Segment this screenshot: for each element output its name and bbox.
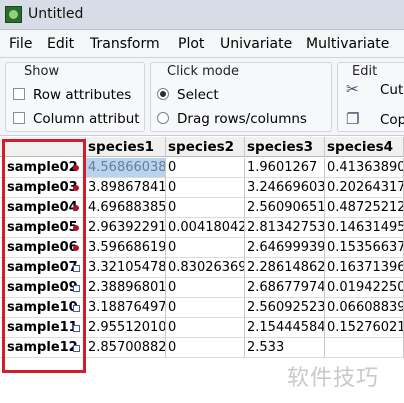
window-title: Untitled [28, 6, 84, 22]
menu-edit[interactable]: Edit [47, 36, 74, 52]
drag-radio[interactable]: Drag rows/columns [157, 111, 307, 127]
table-cell[interactable]: 0 [166, 178, 245, 198]
menu-file[interactable]: File [9, 36, 32, 52]
show-group-title: Show [24, 64, 60, 79]
menu-multivariate[interactable]: Multivariate [306, 36, 389, 52]
row-attributes-label: Row attributes [33, 87, 132, 103]
table-cell[interactable]: 0.83026369 [166, 258, 245, 278]
table-cell[interactable]: 2.85700882 [86, 338, 166, 358]
table-cell[interactable]: 2.68677974 [245, 278, 325, 298]
drag-radio-label: Drag rows/columns [177, 111, 307, 127]
select-radio[interactable]: Select [157, 87, 219, 103]
cut-button[interactable]: Cut [380, 82, 403, 98]
column-header-species1[interactable]: species1 [86, 137, 166, 157]
app-icon [5, 6, 22, 23]
table-cell[interactable]: 0.14631495 [325, 218, 404, 238]
edit-group-title: Edit [352, 64, 378, 79]
table-cell[interactable]: 0 [166, 198, 245, 218]
table-cell[interactable]: 3.59668619 [86, 238, 166, 258]
column-header-species2[interactable]: species2 [166, 137, 245, 157]
select-radio-icon[interactable] [157, 88, 169, 100]
table-cell[interactable]: 0.48725212 [325, 198, 404, 218]
table-cell[interactable]: 4.69688385 [86, 198, 166, 218]
table-cell[interactable]: 2.38896801 [86, 278, 166, 298]
table-cell[interactable]: 0 [166, 158, 245, 178]
table-cell[interactable]: 2.81342753 [245, 218, 325, 238]
table-cell[interactable]: 0.15276021 [325, 318, 404, 338]
table-cell[interactable]: 0.16371396 [325, 258, 404, 278]
table-cell[interactable]: 0.15356637 [325, 238, 404, 258]
table-cell-selected[interactable]: 4.56866038 [86, 158, 166, 178]
table-cell[interactable]: 2.56092523 [245, 298, 325, 318]
column-attributes-checkbox[interactable]: Column attribut [13, 111, 140, 127]
column-header-species4[interactable]: species4 [325, 137, 404, 157]
table-cell[interactable]: 2.95512010 [86, 318, 166, 338]
scissors-icon[interactable]: ✂ [346, 80, 359, 98]
table-cell[interactable]: 0 [166, 278, 245, 298]
table-cell[interactable]: 0.01942250 [325, 278, 404, 298]
copy-icon[interactable]: ❐ [346, 110, 359, 128]
click-mode-group-title: Click mode [167, 64, 239, 79]
table-cell[interactable]: 3.24669603 [245, 178, 325, 198]
drag-radio-icon[interactable] [157, 112, 169, 124]
table-cell[interactable]: 0.20264317 [325, 178, 404, 198]
table-cell[interactable]: 1.9601267 [245, 158, 325, 178]
table-cell[interactable]: 0 [166, 318, 245, 338]
title-bar: Untitled [0, 0, 404, 30]
column-header-species3[interactable]: species3 [245, 137, 325, 157]
table-cell[interactable]: 0 [166, 238, 245, 258]
row-headers-highlight [2, 139, 86, 373]
table-cell[interactable]: 0.41363890 [325, 158, 404, 178]
table-cell[interactable]: 0.06608839 [325, 298, 404, 318]
table-cell[interactable]: 3.18876497 [86, 298, 166, 318]
row-attributes-checkbox[interactable]: Row attributes [13, 87, 131, 103]
table-cell[interactable]: 3.32105478 [86, 258, 166, 278]
ribbon-toolbar: Show Row attributes Column attribut Clic… [0, 58, 404, 136]
table-cell[interactable]: 2.64699939 [245, 238, 325, 258]
menu-bar: File Edit Transform Plot Univariate Mult… [0, 30, 404, 58]
table-cell[interactable]: 2.96392291 [86, 218, 166, 238]
table-cell[interactable] [325, 338, 404, 358]
row-attributes-check-icon[interactable] [13, 88, 25, 100]
watermark-text: 软件技巧 [287, 366, 380, 391]
table-cell[interactable]: 0 [166, 338, 245, 358]
edit-group: Edit ✂ Cut ❐ Cop [337, 62, 404, 132]
column-attributes-label: Column attribut [33, 111, 140, 127]
click-mode-group: Click mode Select Drag rows/columns [150, 62, 332, 132]
table-cell[interactable]: 2.56090651 [245, 198, 325, 218]
show-group: Show Row attributes Column attribut [5, 62, 145, 132]
menu-univariate[interactable]: Univariate [220, 36, 292, 52]
select-radio-label: Select [177, 87, 219, 103]
table-cell[interactable]: 2.28614862 [245, 258, 325, 278]
table-cell[interactable]: 0 [166, 298, 245, 318]
copy-button[interactable]: Cop [380, 112, 404, 128]
table-cell[interactable]: 2.533 [245, 338, 325, 358]
column-attributes-check-icon[interactable] [13, 112, 25, 124]
table-cell[interactable]: 2.15444584 [245, 318, 325, 338]
menu-plot[interactable]: Plot [178, 36, 204, 52]
table-cell[interactable]: 0.00418042 [166, 218, 245, 238]
table-cell[interactable]: 3.89867841 [86, 178, 166, 198]
menu-transform[interactable]: Transform [90, 36, 160, 52]
